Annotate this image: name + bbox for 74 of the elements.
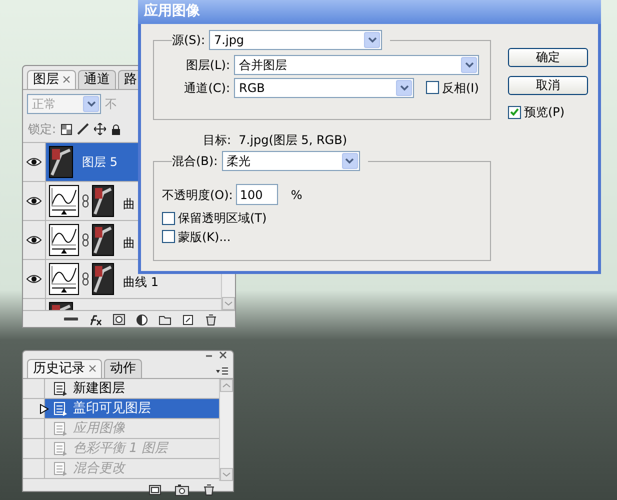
opacity-label: 不 [105,96,117,112]
layer-name: 曲 [123,196,135,212]
mask-thumbnail [92,185,114,218]
panel-tab[interactable]: 动作 [104,359,142,378]
eye-icon[interactable] [26,157,42,168]
fx-icon[interactable] [89,314,102,326]
new-document-icon[interactable] [149,484,161,496]
checkmark-icon [510,108,519,116]
layer-name: 曲 [123,235,135,251]
trash-icon[interactable] [205,314,217,326]
checkbox[interactable] [162,212,175,226]
transparency-lock-icon[interactable] [61,124,72,135]
brush-icon[interactable] [77,123,90,136]
blending-dropdown[interactable]: 柔光 [222,151,360,172]
history-step-label: 应用图像 [73,420,125,436]
history-step-label: 色彩平衡 1 图层 [73,440,168,456]
mask-icon[interactable] [113,314,125,326]
trash-icon[interactable] [203,484,215,496]
document-icon [53,462,67,476]
layer-name: 曲线 1 [123,274,158,290]
lock-label: 锁定: [28,122,56,136]
layer-thumbnail [49,146,73,178]
ok-button[interactable]: 确定 [508,48,588,67]
checkbox[interactable] [508,106,521,119]
channel-dropdown[interactable]: RGB [234,78,414,98]
panel-menu-icon[interactable] [215,366,229,376]
layer-dropdown[interactable]: 合并图层 [234,55,479,75]
folder-icon[interactable] [159,314,171,326]
close-icon[interactable] [89,364,96,372]
field-label: 源(S): [172,32,210,48]
document-icon [53,402,67,416]
history-step-label: 新建图层 [73,380,125,396]
panel-tab[interactable]: 通道 [78,70,116,89]
checkbox-label: 保留透明区域(T) [178,211,267,226]
field-label: 不透明度(O): [162,188,233,202]
close-icon[interactable] [219,351,227,359]
cancel-button[interactable]: 取消 [508,76,588,95]
checkbox[interactable] [426,81,439,94]
dialog-title: 应用图像 [138,0,601,24]
camera-icon[interactable] [175,484,189,496]
panel-tab[interactable]: 历史记录 [27,359,102,378]
eye-icon[interactable] [26,274,42,284]
history-step-label: 混合更改 [73,460,125,476]
new-layer-icon[interactable] [182,314,194,326]
unit-label: % [290,188,302,202]
adjustment-icon[interactable] [136,314,148,326]
curves-icon [49,185,79,218]
move-icon[interactable] [94,123,106,136]
layer-name: 图层 5 [82,155,118,170]
opacity-field[interactable]: 100 [236,184,278,206]
mask-thumbnail [92,263,114,296]
source-dropdown[interactable]: 7.jpg [209,30,382,50]
checkbox-label: 蒙版(K)... [178,230,231,244]
checkbox-label: 反相(I) [442,80,479,96]
field-label: 混合(B): [172,154,222,169]
curves-icon [49,263,79,296]
history-brush-source-icon[interactable] [40,404,49,414]
document-icon [53,422,67,436]
document-icon [53,382,67,396]
eye-icon[interactable] [26,196,42,206]
eye-icon[interactable] [26,235,42,246]
mask-thumbnail [92,224,114,256]
history-step-label: 盖印可见图层 [73,400,151,416]
history-item[interactable]: 盖印可见图层 [45,399,219,418]
checkbox-label: 预览(P) [524,105,565,120]
document-icon [53,442,67,456]
panel-tab[interactable]: 图层 [27,70,76,89]
checkbox[interactable] [162,230,175,244]
curves-icon [49,224,79,256]
lock-icon[interactable] [111,124,122,135]
field-label: 通道(C): [183,80,230,96]
history-item[interactable]: 新建图层 [45,379,219,398]
field-label: 图层(L): [184,58,230,72]
close-icon[interactable] [63,76,70,83]
